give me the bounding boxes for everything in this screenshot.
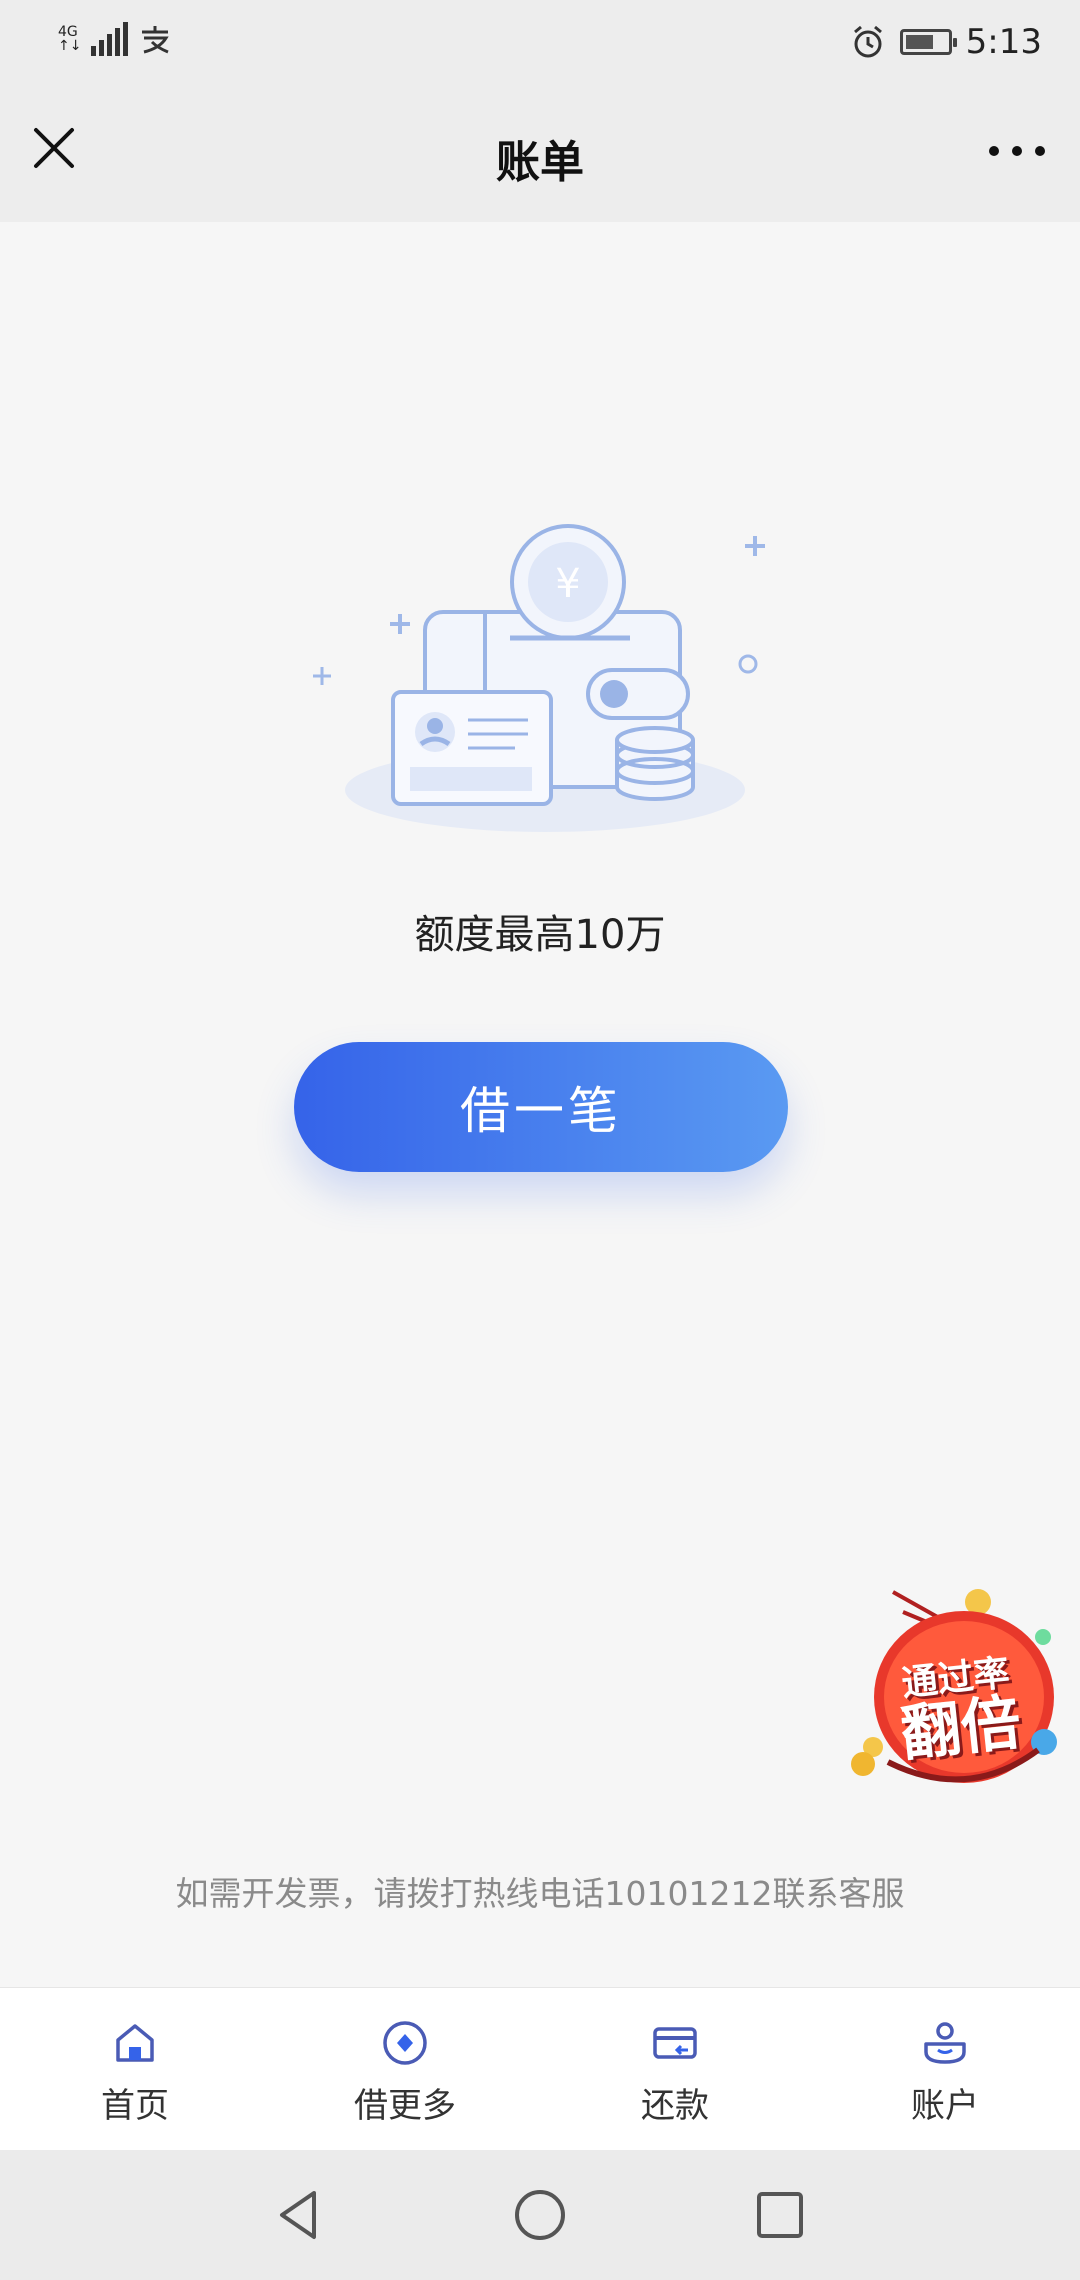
alarm-icon [853, 25, 882, 58]
nav-label-repay: 还款 [641, 2086, 709, 2126]
home-icon [116, 2024, 154, 2062]
promo-text: 通过率 翻倍 [879, 1652, 1039, 1770]
system-nav-bar [0, 2150, 1080, 2280]
nav-item-home[interactable]: 首页 [0, 1988, 270, 2151]
wallet-illustration: ¥ [313, 524, 765, 832]
signal-icon [91, 22, 129, 56]
svg-text:¥: ¥ [555, 561, 580, 607]
home-circle-icon[interactable] [510, 2185, 570, 2245]
title-bar: 账单 [0, 90, 1080, 222]
nav-label-account: 账户 [911, 2086, 979, 2126]
nav-label-borrow-more: 借更多 [354, 2086, 456, 2126]
bottom-nav: 首页 借更多 还款 账户 [0, 1987, 1080, 2151]
card-repay-icon [653, 2027, 697, 2059]
nav-item-borrow-more[interactable]: 借更多 [270, 1988, 540, 2151]
account-icon [924, 2022, 966, 2064]
nav-item-account[interactable]: 账户 [810, 1988, 1080, 2151]
page-title: 账单 [496, 137, 584, 188]
nav-item-repay[interactable]: 还款 [540, 1988, 810, 2151]
promo-line2: 翻倍 [897, 1687, 1025, 1770]
status-right: 5:13 [850, 22, 1042, 62]
nav-label-home: 首页 [101, 2086, 169, 2126]
recents-icon[interactable] [750, 2185, 810, 2245]
promo-badge[interactable]: 通过率 翻倍 [838, 1572, 1068, 1802]
back-icon[interactable] [270, 2185, 330, 2245]
borrow-button[interactable]: 借一笔 [294, 1042, 788, 1172]
alipay-icon [142, 26, 170, 54]
invoice-note: 如需开发票，请拨打热线电话10101212联系客服 [175, 1874, 905, 1913]
status-time: 5:13 [965, 22, 1042, 62]
borrow-more-icon [383, 2021, 427, 2065]
status-left: 4G ↑↓ [58, 22, 172, 56]
quota-text: 额度最高10万 [414, 912, 666, 958]
network-activity: ↑↓ [58, 38, 82, 54]
more-icon[interactable] [982, 126, 1052, 176]
status-bar: 4G ↑↓ 5:13 [0, 0, 1080, 90]
main-content: ¥ 额度最高10万 借一笔 通过率 翻倍 如需开发票，请拨打热线电话101012… [0, 222, 1080, 1987]
network-type: 4G [58, 24, 78, 40]
battery-icon [899, 29, 957, 55]
